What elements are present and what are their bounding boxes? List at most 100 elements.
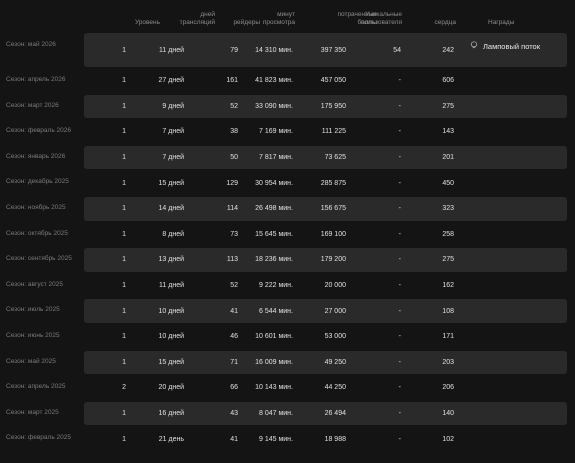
table-row[interactable]: Сезон: август 2025 1 11 дней 52 9 222 мин. 20… bbox=[0, 273, 575, 299]
season-label: Сезон: ноябрь 2025 bbox=[6, 203, 66, 211]
cell-raiders: 73 bbox=[230, 230, 238, 238]
cell-level: 1 bbox=[122, 128, 126, 136]
cell-raiders: 52 bbox=[230, 102, 238, 110]
reward-item[interactable]: Ламповый поток bbox=[470, 41, 540, 51]
cell-hearts: 450 bbox=[442, 179, 454, 187]
cell-watch-minutes: 9 145 мин. bbox=[259, 435, 293, 443]
cell-raiders: 114 bbox=[226, 205, 238, 213]
cell-stream-days: 16 дней bbox=[158, 410, 184, 418]
cell-spent-points: 18 988 bbox=[324, 435, 346, 443]
cell-hearts: 275 bbox=[442, 256, 454, 264]
cell-hearts: 258 bbox=[442, 230, 454, 238]
cell-stream-days: 10 дней bbox=[158, 333, 184, 341]
cell-hearts: 171 bbox=[442, 333, 454, 341]
table-row[interactable]: Сезон: май 2025 1 15 дней 71 16 009 мин. 49 2… bbox=[0, 350, 575, 376]
season-label: Сезон: август 2025 bbox=[6, 280, 63, 288]
season-label: Сезон: май 2025 bbox=[6, 357, 56, 365]
season-label: Сезон: декабрь 2025 bbox=[6, 178, 69, 186]
cell-watch-minutes: 26 498 мин. bbox=[255, 205, 293, 213]
season-label: Сезон: июль 2025 bbox=[6, 306, 60, 314]
table-row[interactable]: Сезон: март 2025 1 16 дней 43 8 047 мин. 26 4… bbox=[0, 401, 575, 427]
cell-level: 1 bbox=[122, 154, 126, 162]
cell-unique-users: - bbox=[398, 410, 401, 418]
cell-unique-users: - bbox=[398, 179, 401, 187]
cell-stream-days: 11 дней bbox=[159, 282, 184, 290]
cell-level: 1 bbox=[122, 102, 126, 110]
cell-stream-days: 11 дней bbox=[159, 46, 184, 54]
table-row[interactable]: Сезон: июнь 2025 1 10 дней 46 10 601 мин. 53 … bbox=[0, 324, 575, 350]
cell-hearts: 143 bbox=[442, 128, 454, 136]
column-watch-minutes: минут просмотра bbox=[262, 11, 295, 26]
cell-watch-minutes: 8 047 мин. bbox=[259, 410, 293, 418]
table-row[interactable]: Сезон: март 2026 1 9 дней 52 33 090 мин. 175 … bbox=[0, 94, 575, 120]
cell-raiders: 129 bbox=[226, 179, 238, 187]
cell-raiders: 43 bbox=[230, 410, 238, 418]
cell-watch-minutes: 30 954 мин. bbox=[255, 179, 293, 187]
cell-hearts: 206 bbox=[442, 384, 454, 392]
cell-unique-users: - bbox=[398, 205, 401, 213]
cell-raiders: 41 bbox=[230, 435, 238, 443]
cell-unique-users: - bbox=[398, 154, 401, 162]
cell-level: 1 bbox=[122, 435, 126, 443]
season-label: Сезон: июнь 2025 bbox=[6, 331, 60, 339]
column-unique-users: Уникальные пользователя bbox=[360, 11, 402, 26]
cell-raiders: 46 bbox=[230, 333, 238, 341]
cell-unique-users: - bbox=[398, 128, 401, 136]
cell-watch-minutes: 7 169 мин. bbox=[259, 128, 293, 136]
table-header: Уровень дней трансляций рейдеры минут пр… bbox=[0, 0, 575, 32]
cell-stream-days: 27 дней bbox=[158, 77, 184, 85]
cell-raiders: 50 bbox=[230, 154, 238, 162]
cell-level: 1 bbox=[122, 230, 126, 238]
cell-watch-minutes: 7 817 мин. bbox=[259, 154, 293, 162]
cell-spent-points: 111 225 bbox=[321, 128, 346, 136]
cell-hearts: 242 bbox=[442, 46, 454, 54]
cell-stream-days: 9 дней bbox=[162, 102, 184, 110]
cell-watch-minutes: 15 645 мин. bbox=[255, 230, 293, 238]
season-label: Сезон: март 2026 bbox=[6, 101, 59, 109]
table-row[interactable]: Сезон: май 2026 1 11 дней 79 14 310 мин. 397 … bbox=[0, 32, 575, 68]
cell-level: 1 bbox=[122, 205, 126, 213]
cell-watch-minutes: 18 236 мин. bbox=[255, 256, 293, 264]
table-row[interactable]: Сезон: ноябрь 2025 1 14 дней 114 26 498 мин.… bbox=[0, 196, 575, 222]
season-label: Сезон: февраль 2026 bbox=[6, 127, 71, 135]
table-row[interactable]: Сезон: февраль 2026 1 7 дней 38 7 169 мин. 11… bbox=[0, 119, 575, 145]
seasons-table: Сезон: май 2026 1 11 дней 79 14 310 мин. 397 … bbox=[0, 32, 575, 452]
cell-hearts: 102 bbox=[442, 435, 454, 443]
cell-spent-points: 285 875 bbox=[320, 179, 346, 187]
cell-spent-points: 26 494 bbox=[324, 410, 346, 418]
cell-unique-users: - bbox=[398, 435, 401, 443]
cell-stream-days: 14 дней bbox=[158, 205, 184, 213]
cell-spent-points: 397 350 bbox=[320, 46, 346, 54]
table-row[interactable]: Сезон: январь 2026 1 7 дней 50 7 817 мин. 73 … bbox=[0, 145, 575, 171]
cell-unique-users: - bbox=[398, 77, 401, 85]
cell-stream-days: 15 дней bbox=[158, 179, 184, 187]
cell-level: 1 bbox=[122, 410, 126, 418]
table-row[interactable]: Сезон: апрель 2026 1 27 дней 161 41 823 мин.… bbox=[0, 68, 575, 94]
cell-raiders: 52 bbox=[230, 282, 238, 290]
cell-raiders: 79 bbox=[230, 46, 238, 54]
cell-watch-minutes: 6 544 мин. bbox=[259, 307, 293, 315]
table-row[interactable]: Сезон: июль 2025 1 10 дней 41 6 544 мин. 27 0… bbox=[0, 298, 575, 324]
table-row[interactable]: Сезон: апрель 2025 2 20 дней 66 10 143 мин. 4… bbox=[0, 375, 575, 401]
cell-raiders: 41 bbox=[230, 307, 238, 315]
table-row[interactable]: Сезон: октябрь 2025 1 8 дней 73 15 645 мин. 1… bbox=[0, 222, 575, 248]
cell-raiders: 71 bbox=[230, 358, 238, 366]
season-label: Сезон: октябрь 2025 bbox=[6, 229, 68, 237]
table-row[interactable]: Сезон: сентябрь 2025 1 13 дней 113 18 236 ми… bbox=[0, 247, 575, 273]
table-row[interactable]: Сезон: февраль 2025 1 21 день 41 9 145 мин. 1… bbox=[0, 426, 575, 452]
column-hearts: сердца bbox=[434, 18, 456, 26]
cell-raiders: 161 bbox=[226, 77, 238, 85]
cell-spent-points: 49 250 bbox=[324, 358, 346, 366]
cell-watch-minutes: 14 310 мин. bbox=[255, 46, 293, 54]
cell-stream-days: 8 дней bbox=[162, 230, 184, 238]
cell-hearts: 108 bbox=[442, 307, 454, 315]
season-label: Сезон: март 2025 bbox=[6, 408, 59, 416]
cell-stream-days: 21 день bbox=[158, 435, 184, 443]
season-label: Сезон: апрель 2025 bbox=[6, 383, 66, 391]
column-raiders: рейдеры bbox=[233, 18, 260, 26]
cell-level: 1 bbox=[122, 256, 126, 264]
column-stream-days: дней трансляций bbox=[179, 11, 215, 26]
table-row[interactable]: Сезон: декабрь 2025 1 15 дней 129 30 954 мин… bbox=[0, 170, 575, 196]
cell-spent-points: 73 625 bbox=[324, 154, 346, 162]
cell-unique-users: - bbox=[398, 230, 401, 238]
